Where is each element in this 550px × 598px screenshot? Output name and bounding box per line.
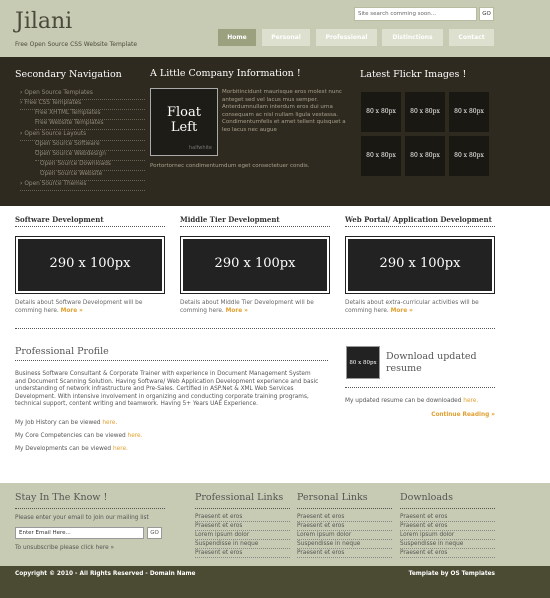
downloads-title: Downloads (400, 492, 453, 503)
nav-distinctions[interactable]: Distinctions (382, 29, 443, 46)
template-credit-link[interactable]: Template by OS Templates (409, 571, 495, 577)
flickr-image[interactable]: 80 x 80px (405, 92, 445, 132)
software-text: Details about Software Development will … (15, 300, 143, 314)
divider (195, 508, 290, 509)
footer-link[interactable]: Lorem ipsum dolor (400, 532, 495, 540)
web-portal-text: Details about extra-curricular activitie… (345, 300, 479, 314)
footer-link[interactable]: Praesent et eros (195, 514, 290, 522)
company-info-text: Morbitincidunt maurisque eros molest nun… (222, 89, 346, 133)
nav-professional[interactable]: Professional (316, 29, 377, 46)
nav-personal[interactable]: Personal (262, 29, 310, 46)
divider (15, 360, 328, 361)
nav-home[interactable]: Home (218, 29, 256, 46)
company-info-title: A Little Company Information ! (150, 68, 301, 79)
secondary-nav-item[interactable]: › Open Source Layouts (20, 131, 145, 141)
job-history-link[interactable]: here. (102, 420, 117, 426)
competencies-line: My Core Competencies can be viewed here. (15, 433, 143, 439)
more-link[interactable]: More » (226, 308, 248, 314)
flickr-image[interactable]: 80 x 80px (361, 136, 401, 176)
footer-link[interactable]: Praesent et eros (297, 550, 392, 558)
search-button[interactable]: GO (479, 7, 494, 21)
flickr-title: Latest Flickr Images ! (360, 69, 467, 80)
footer-link[interactable]: Praesent et eros (195, 550, 290, 558)
footer-link[interactable]: Praesent et eros (400, 523, 495, 531)
footer-link[interactable]: Suspendisse in neque (195, 541, 290, 549)
footer-link[interactable]: Suspendisse in neque (400, 541, 495, 549)
divider (400, 508, 495, 509)
secondary-nav-item[interactable]: › Open Source Themes (20, 181, 145, 191)
more-link[interactable]: More » (61, 308, 83, 314)
email-field[interactable]: Enter Email Here... (15, 527, 144, 539)
middle-tier-image: 290 x 100px (180, 236, 330, 294)
flickr-image[interactable]: 80 x 80px (449, 136, 489, 176)
competencies-link[interactable]: here. (128, 433, 143, 439)
footer-link[interactable]: Praesent et eros (400, 550, 495, 558)
developments-link[interactable]: here. (113, 446, 128, 452)
profile-body: Business Software Consultant & Corporate… (15, 371, 319, 408)
flickr-image[interactable]: 80 x 80px (449, 92, 489, 132)
divider (345, 226, 495, 227)
newsletter-text: Please enter your email to join our mail… (15, 515, 149, 521)
download-text: My updated resume can be downloaded here… (345, 398, 479, 404)
column-title-web-portal: Web Portal/ Application Development (345, 215, 492, 224)
email-submit-button[interactable]: GO (147, 527, 162, 539)
software-image: 290 x 100px (15, 236, 165, 294)
secondary-nav-title: Secondary Navigation (15, 69, 122, 80)
developments-line: My Developments can be viewed here. (15, 446, 128, 452)
divider (15, 508, 165, 509)
professional-links-title: Professional Links (195, 492, 284, 503)
footer-link[interactable]: Lorem ipsum dolor (195, 532, 290, 540)
divider (180, 226, 330, 227)
site-logo[interactable]: Jilani (15, 9, 72, 34)
divider (345, 387, 495, 388)
secondary-nav-item[interactable]: › Free CSS Templates (20, 100, 145, 110)
column-title-software: Software Development (15, 215, 104, 224)
newsletter-title: Stay In The Know ! (15, 492, 108, 503)
job-history-line: My Job History can be viewed here. (15, 420, 118, 426)
web-portal-image: 290 x 100px (345, 236, 495, 294)
divider (297, 508, 392, 509)
site-tagline: Free Open Source CSS Website Template (15, 41, 138, 48)
footer-link[interactable]: Lorem ipsum dolor (297, 532, 392, 540)
footer-link[interactable]: Praesent et eros (195, 523, 290, 531)
profile-title: Professional Profile (15, 346, 109, 357)
more-link[interactable]: More » (391, 308, 413, 314)
column-title-middle-tier: Middle Tier Development (180, 215, 280, 224)
footer-link[interactable]: Praesent et eros (400, 514, 495, 522)
continue-reading-link[interactable]: Continue Reading » (400, 412, 495, 420)
flickr-image[interactable]: 80 x 80px (405, 136, 445, 176)
resume-thumbnail: 80 x 80px (346, 346, 380, 379)
secondary-nav-item[interactable]: Free Website Templates (35, 120, 145, 130)
footer-link[interactable]: Suspendisse in neque (297, 541, 392, 549)
download-resume-title[interactable]: Download updated resume (386, 351, 486, 375)
secondary-nav-item[interactable]: Open Source Software (35, 141, 145, 151)
float-left-image: Float Left halfwhite (150, 88, 218, 156)
footer-link[interactable]: Praesent et eros (297, 514, 392, 522)
nav-contact[interactable]: Contact (449, 29, 494, 46)
divider (15, 226, 165, 227)
secondary-nav-item[interactable]: Open Source Downloads (40, 161, 145, 171)
footer-link[interactable]: Praesent et eros (297, 523, 392, 531)
download-link[interactable]: here. (463, 398, 478, 404)
secondary-nav-item[interactable]: › Open Source Templates (20, 90, 145, 100)
secondary-nav-item[interactable]: Open Source Webdesign (35, 151, 145, 161)
unsubscribe-link[interactable]: To unsubscribe please click here » (15, 545, 175, 553)
search-input[interactable]: Site search comming soon... (354, 7, 477, 21)
company-info-text-2: Portortornec condimentumdum eget consect… (150, 163, 310, 169)
flickr-image[interactable]: 80 x 80px (361, 92, 401, 132)
personal-links-title: Personal Links (297, 492, 368, 503)
secondary-nav-item[interactable]: Free XHTML Templates (35, 110, 145, 120)
middle-tier-text: Details about Middle Tier Development wi… (180, 300, 314, 314)
copyright-text: Copyright © 2010 - All Rights Reserved -… (15, 571, 196, 577)
secondary-nav-item[interactable]: Open Source Website (40, 171, 145, 181)
divider (15, 328, 495, 329)
